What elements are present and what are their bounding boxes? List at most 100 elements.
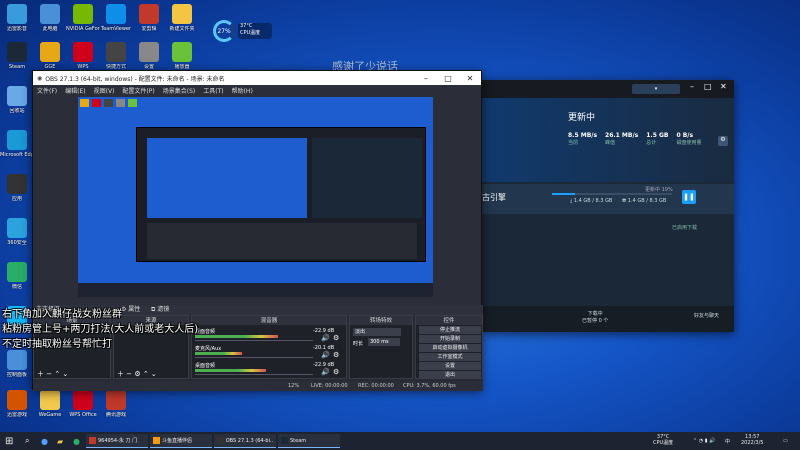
- settings-gear-icon[interactable]: ⚙: [333, 334, 339, 342]
- control-button[interactable]: 停止推流: [419, 326, 481, 334]
- maximize-icon[interactable]: □: [704, 82, 712, 91]
- speaker-icon[interactable]: 🔊: [321, 368, 330, 376]
- duration-input[interactable]: 300 ms: [368, 338, 400, 346]
- stat-value: 1.5 GB: [646, 132, 669, 139]
- audio-level-meter: [195, 335, 278, 338]
- volume-slider[interactable]: [195, 374, 313, 375]
- audio-mixer-panel: 混音器 桌面音频 -22.9 dB 🔊 ⚙ 麦克风/Aux -20.1 dB 🔊 …: [191, 315, 347, 379]
- desktop-icon[interactable]: Steam: [0, 42, 34, 70]
- desktop-icon-label: WeGame: [38, 412, 62, 418]
- steam-stats: 8.5 MB/s 当前 26.1 MB/s 峰值 1.5 GB 总计 0 B/s 磁盘使用量: [568, 132, 718, 156]
- menu-item[interactable]: 帮助(H): [232, 86, 253, 95]
- desktop-icon[interactable]: 设置: [132, 42, 166, 70]
- search-icon[interactable]: ⌕: [22, 434, 32, 448]
- speaker-icon[interactable]: 🔊: [321, 351, 330, 359]
- control-button[interactable]: 设置: [419, 362, 481, 370]
- control-button[interactable]: 退出: [419, 371, 481, 379]
- friends-chat-button[interactable]: 好友与聊天: [694, 312, 719, 319]
- desktop-icon[interactable]: 迅雷影音: [0, 4, 34, 32]
- desktop-icon[interactable]: 微信: [0, 262, 34, 290]
- clock[interactable]: 13:57 2022/3/5: [738, 434, 766, 448]
- properties-button[interactable]: ⚙ 属性: [121, 305, 140, 315]
- control-button[interactable]: 工作室模式: [419, 353, 481, 361]
- taskbar-temp[interactable]: 37°C CPU温度: [650, 434, 676, 448]
- desktop-icon[interactable]: Microsoft Edge: [0, 130, 34, 158]
- steam-window[interactable]: ▾ – □ ✕ 更新中 8.5 MB/s 当前 26.1 MB/s 峰值 1.5 GB 总…: [482, 80, 734, 332]
- obs-preview[interactable]: [78, 97, 433, 297]
- close-icon[interactable]: ✕: [720, 82, 727, 91]
- scene-controls[interactable]: ＋ − ⌃ ⌄: [34, 369, 110, 378]
- cpu-temp-widget[interactable]: 27% 37°C CPU温度: [213, 20, 272, 42]
- taskbar-app[interactable]: 964954-永 刀 门: [86, 434, 148, 448]
- live-time: 00:00:00: [325, 383, 348, 389]
- app-icon: [7, 174, 27, 194]
- rec-status: REC: 00:00:00: [358, 381, 394, 391]
- edge-icon[interactable]: ●: [38, 434, 51, 448]
- steam-footer: 下载中 已暂停 0 个 好友与聊天: [482, 306, 734, 332]
- transition-select[interactable]: 淡出: [353, 328, 401, 336]
- control-button[interactable]: 开始录制: [419, 335, 481, 343]
- menu-item[interactable]: 配置文件(P): [122, 86, 154, 95]
- desktop-icon[interactable]: 控制面板: [0, 350, 34, 378]
- track-name: 桌面音频: [195, 363, 216, 369]
- desktop-icon[interactable]: 360安全: [0, 218, 34, 246]
- desktop-icon[interactable]: 播放器: [165, 42, 199, 70]
- source-controls[interactable]: ＋ − ⚙ ⌃ ⌄: [114, 369, 188, 378]
- desktop-icon-label: 微信: [11, 284, 22, 290]
- maximize-icon[interactable]: □: [437, 74, 459, 83]
- filters-button[interactable]: ⧉ 滤镜: [151, 305, 169, 315]
- recycle-bin-icon: [7, 86, 27, 106]
- obs-titlebar[interactable]: ◉ OBS 27.1.3 (64-bit, windows) - 配置文件: 未…: [33, 71, 481, 85]
- desktop-icon[interactable]: WeGame: [33, 390, 67, 418]
- pause-button[interactable]: ❚❚: [682, 190, 696, 204]
- taskbar-app[interactable]: OBS 27.1.3 (64-bi...: [214, 434, 276, 448]
- app-icon[interactable]: ●: [70, 434, 83, 448]
- menu-item[interactable]: 编辑(E): [65, 86, 85, 95]
- desktop-icon[interactable]: 迅雷游戏: [0, 390, 34, 418]
- desktop-icon[interactable]: NVIDIA GeForce: [66, 4, 100, 32]
- menu-item[interactable]: 场景集合(S): [163, 86, 196, 95]
- taskbar-app[interactable]: 斗鱼直播伴侣: [150, 434, 212, 448]
- system-tray[interactable]: ⌃ ◔ ▮ 🔊: [690, 434, 718, 448]
- menu-item[interactable]: 文件(F): [37, 86, 57, 95]
- app-icon: [7, 390, 27, 410]
- desktop-icon[interactable]: 新建文件夹: [165, 4, 199, 32]
- desktop-icon[interactable]: 腾讯游戏: [99, 390, 133, 418]
- settings-gear-icon[interactable]: ⚙: [718, 136, 728, 146]
- mixer-track: 桌面音频 -22.9 dB 🔊 ⚙: [195, 362, 345, 378]
- taskbar-app[interactable]: Steam: [278, 434, 340, 448]
- desktop-icon[interactable]: 应用: [0, 174, 34, 202]
- notification-icon[interactable]: ▭: [780, 434, 791, 448]
- control-button[interactable]: 启动虚拟摄像机: [419, 344, 481, 352]
- minimize-icon[interactable]: –: [415, 74, 437, 83]
- speaker-icon[interactable]: 🔊: [321, 334, 330, 342]
- desktop-icon[interactable]: 快捷方式: [99, 42, 133, 70]
- desktop-icon[interactable]: TeamViewer: [99, 4, 133, 32]
- folder-icon: [172, 4, 192, 24]
- downloaded-text: 1.4 GB / 8.3 GB: [573, 198, 613, 204]
- settings-gear-icon[interactable]: ⚙: [333, 351, 339, 359]
- start-button[interactable]: ⊞: [2, 434, 16, 448]
- folder-icon[interactable]: ▰: [54, 434, 66, 448]
- steam-user-button[interactable]: ▾: [632, 84, 680, 94]
- desktop-icon[interactable]: WPS Office: [66, 390, 100, 418]
- controls-panel: 控件 停止推流 开始录制 启动虚拟摄像机 工作室模式 设置 退出: [415, 315, 483, 379]
- volume-slider[interactable]: [195, 340, 313, 341]
- minimize-icon[interactable]: –: [690, 82, 694, 91]
- steam-titlebar[interactable]: ▾ – □ ✕: [482, 80, 734, 98]
- footer-downloads[interactable]: 下载中 已暂停 0 个: [582, 310, 608, 324]
- input-language[interactable]: 中: [722, 434, 733, 448]
- desktop-icon[interactable]: 回收站: [0, 86, 34, 114]
- progress-track: [552, 193, 672, 195]
- settings-gear-icon[interactable]: ⚙: [333, 368, 339, 376]
- volume-slider[interactable]: [195, 357, 313, 358]
- close-icon[interactable]: ✕: [459, 74, 481, 83]
- nested-dock: [147, 223, 417, 259]
- desktop-icon[interactable]: GGE: [33, 42, 67, 70]
- menu-item[interactable]: 工具(T): [203, 86, 223, 95]
- desktop-icon[interactable]: WPS: [66, 42, 100, 70]
- steam-active-download[interactable]: 古引擎 更新中 19% ⤓ 1.4 GB / 8.3 GB ⛃ 1.4 GB /…: [482, 184, 734, 214]
- menu-item[interactable]: 视图(V): [94, 86, 115, 95]
- desktop-icon[interactable]: 此电脑: [33, 4, 67, 32]
- desktop-icon[interactable]: 爱剪辑: [132, 4, 166, 32]
